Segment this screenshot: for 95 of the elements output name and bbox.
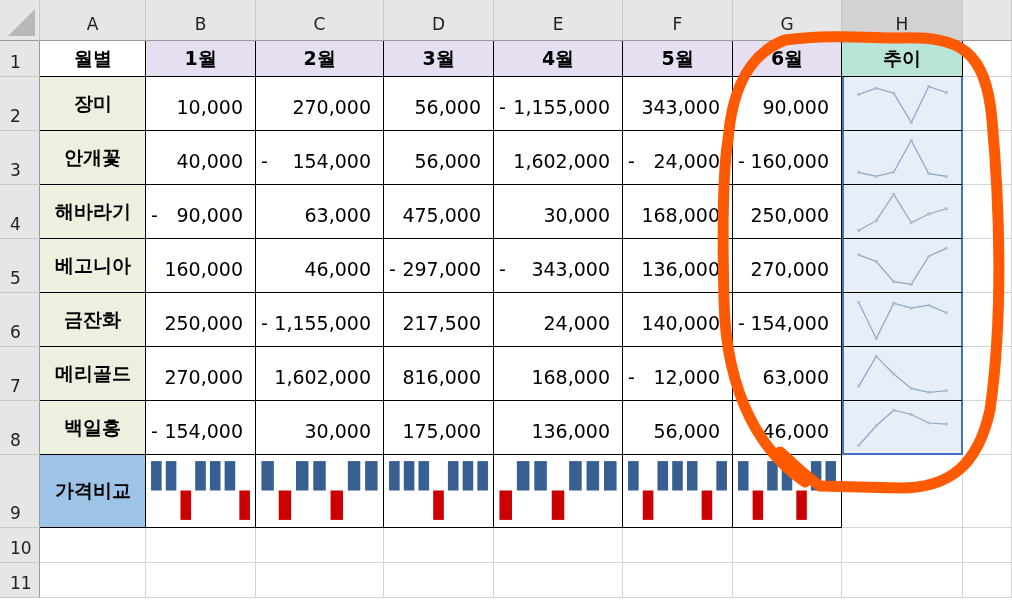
table-cell: 메리골드 <box>40 347 146 401</box>
column-header[interactable]: A <box>40 0 146 41</box>
table-cell: 백일홍 <box>40 401 146 455</box>
minus-sign: - <box>389 257 396 280</box>
table-cell: 90,000 <box>176 203 243 226</box>
minus-sign: - <box>151 203 158 226</box>
table-cell: 장미 <box>40 77 146 131</box>
table-cell: 가격비교 <box>40 455 146 528</box>
table-cell: 1,155,000 <box>513 95 610 118</box>
table-cell: 베고니아 <box>40 239 146 293</box>
table-cell: 56,000 <box>414 149 481 172</box>
table-cell: 1월 <box>146 41 256 77</box>
column-header[interactable]: D <box>384 0 494 41</box>
table-cell: 1,155,000 <box>274 311 371 334</box>
table-cell: 1,602,000 <box>513 149 610 172</box>
table-cell: 136,000 <box>531 419 610 442</box>
table-cell: 30,000 <box>543 203 610 226</box>
select-all-corner[interactable] <box>0 0 40 41</box>
table-cell: 24,000 <box>653 149 720 172</box>
table-cell: 46,000 <box>304 257 371 280</box>
minus-sign: - <box>628 365 635 388</box>
column-header[interactable]: E <box>494 0 623 41</box>
row-header[interactable]: 7 <box>0 347 40 401</box>
table-cell: 63,000 <box>304 203 371 226</box>
table-cell: 10,000 <box>176 95 243 118</box>
table-cell: 343,000 <box>531 257 610 280</box>
minus-sign: - <box>738 149 745 172</box>
table-cell: 816,000 <box>402 365 481 388</box>
row-header[interactable]: 10 <box>0 528 40 563</box>
column-header[interactable]: C <box>256 0 384 41</box>
empty-cell <box>963 401 1012 455</box>
empty-cell <box>963 185 1012 239</box>
row-header[interactable]: 8 <box>0 401 40 455</box>
table-cell: 168,000 <box>641 203 720 226</box>
table-cell: 270,000 <box>164 365 243 388</box>
table-cell: 270,000 <box>292 95 371 118</box>
table-cell: 136,000 <box>641 257 720 280</box>
empty-cell <box>963 563 1012 598</box>
minus-sign: - <box>738 311 745 334</box>
row-header[interactable]: 11 <box>0 563 40 598</box>
table-cell: 154,000 <box>292 149 371 172</box>
table-cell: 140,000 <box>641 311 720 334</box>
table-cell: 270,000 <box>750 257 829 280</box>
empty-cell <box>963 347 1012 401</box>
row-header[interactable]: 6 <box>0 293 40 347</box>
table-cell: 154,000 <box>750 311 829 334</box>
empty-cell <box>963 293 1012 347</box>
table-cell: 343,000 <box>641 95 720 118</box>
minus-sign: - <box>261 149 268 172</box>
table-cell: 168,000 <box>531 365 610 388</box>
column-header[interactable] <box>963 0 1012 41</box>
table-cell: 56,000 <box>653 419 720 442</box>
table-cell: 월별 <box>40 41 146 77</box>
table-cell: 160,000 <box>750 149 829 172</box>
table-cell: 63,000 <box>762 365 829 388</box>
table-cell: 1,602,000 <box>274 365 371 388</box>
row-header[interactable]: 4 <box>0 185 40 239</box>
row-header[interactable]: 9 <box>0 455 40 528</box>
table-cell: 217,500 <box>402 311 481 334</box>
table-cell: 24,000 <box>543 311 610 334</box>
row-header[interactable]: 3 <box>0 131 40 185</box>
column-header[interactable]: B <box>146 0 256 41</box>
table-cell: 250,000 <box>750 203 829 226</box>
table-cell: 46,000 <box>762 419 829 442</box>
table-cell: 160,000 <box>164 257 243 280</box>
table-cell: 56,000 <box>414 95 481 118</box>
table-cell: 5월 <box>623 41 733 77</box>
table-cell: 해바라기 <box>40 185 146 239</box>
table-cell: 475,000 <box>402 203 481 226</box>
table-cell: 4월 <box>494 41 623 77</box>
table-cell: 90,000 <box>762 95 829 118</box>
minus-sign: - <box>261 311 268 334</box>
table-cell: 12,000 <box>653 365 720 388</box>
table-cell: 297,000 <box>402 257 481 280</box>
table-cell: 안개꽃 <box>40 131 146 185</box>
row-header[interactable]: 5 <box>0 239 40 293</box>
table-cell: 30,000 <box>304 419 371 442</box>
table-cell: 40,000 <box>176 149 243 172</box>
table-cell: 3월 <box>384 41 494 77</box>
empty-cell <box>963 239 1012 293</box>
empty-cell <box>963 528 1012 563</box>
row-header[interactable]: 1 <box>0 41 40 77</box>
row-header[interactable]: 2 <box>0 77 40 131</box>
minus-sign: - <box>151 419 158 442</box>
minus-sign: - <box>499 95 506 118</box>
table-cell: 2월 <box>256 41 384 77</box>
minus-sign: - <box>499 257 506 280</box>
table-cell: 250,000 <box>164 311 243 334</box>
empty-cell <box>963 131 1012 185</box>
table-cell: 154,000 <box>164 419 243 442</box>
table-cell: 175,000 <box>402 419 481 442</box>
table-cell: 금잔화 <box>40 293 146 347</box>
minus-sign: - <box>628 149 635 172</box>
empty-cell <box>963 77 1012 131</box>
column-header[interactable]: F <box>623 0 733 41</box>
